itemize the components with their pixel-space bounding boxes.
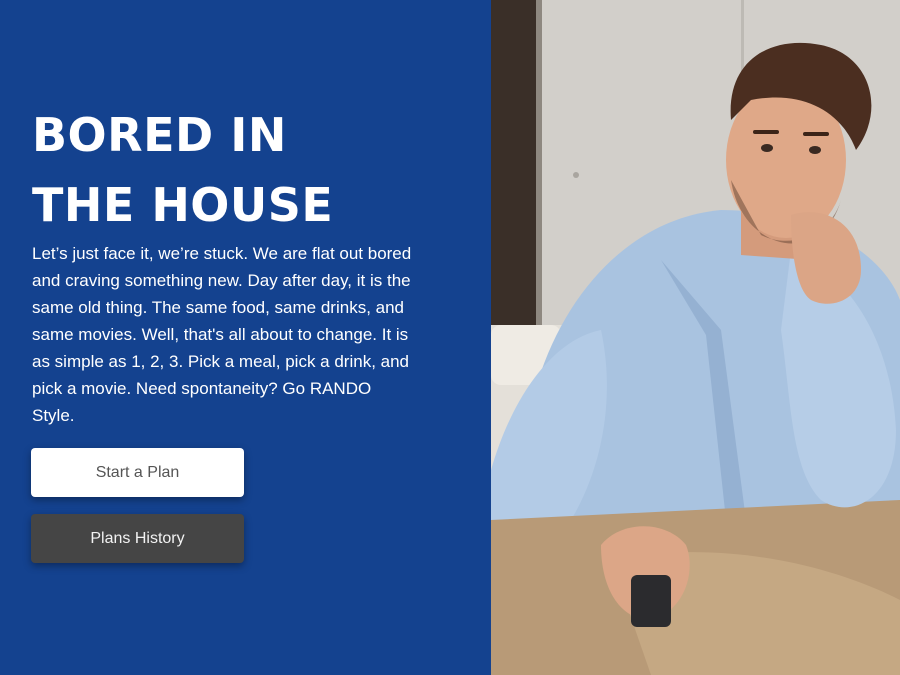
hero-title-line-1: BORED IN	[32, 108, 287, 162]
hero-title: BORED IN THE HOUSE	[32, 100, 472, 240]
hero-title-line-2: THE HOUSE	[32, 178, 334, 232]
plans-history-button[interactable]: Plans History	[31, 514, 244, 563]
hero-description: Let’s just face it, we’re stuck. We are …	[32, 244, 412, 425]
bored-man-illustration	[491, 0, 900, 675]
hero-panel: BORED IN THE HOUSE Let’s just face it, w…	[0, 0, 491, 675]
start-plan-button[interactable]: Start a Plan	[31, 448, 244, 497]
hero-photo	[491, 0, 900, 675]
landing-page: BORED IN THE HOUSE Let’s just face it, w…	[0, 0, 900, 675]
